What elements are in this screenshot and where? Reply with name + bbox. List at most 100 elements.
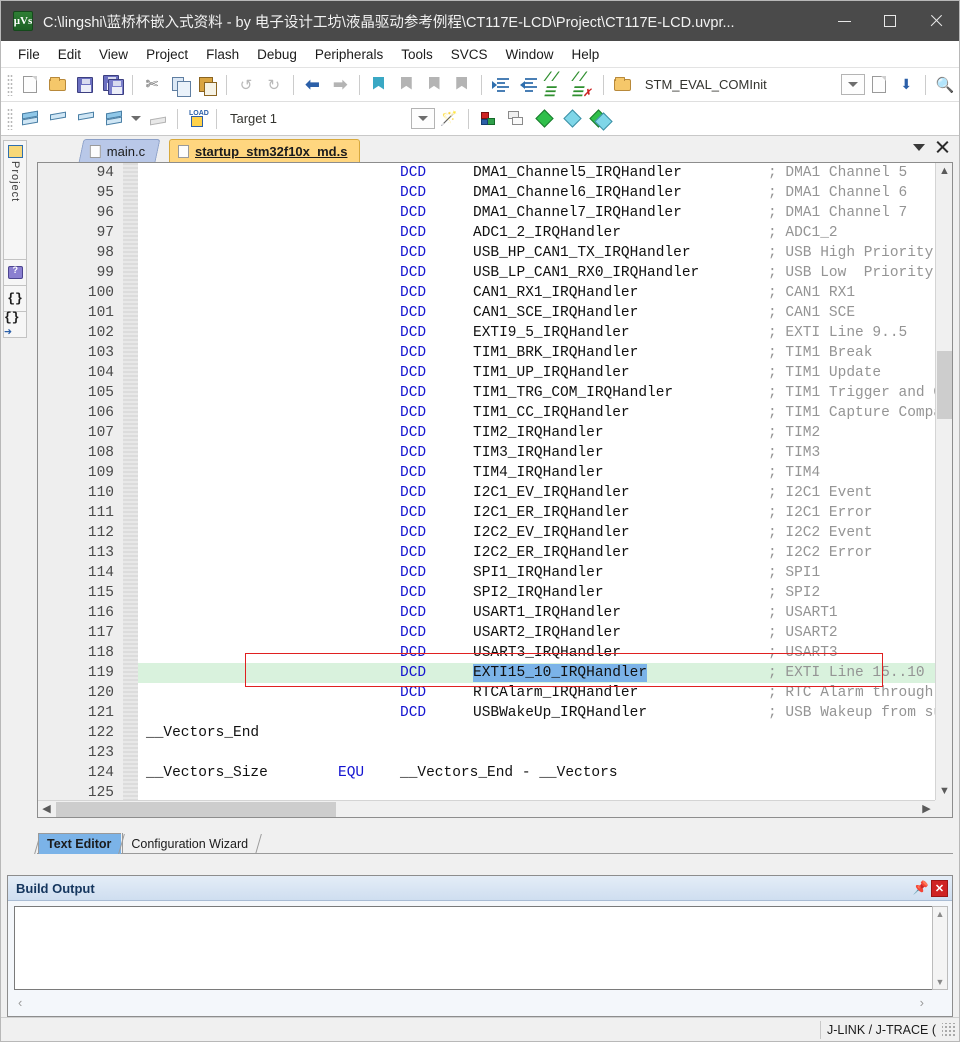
previous-bookmark-button[interactable]: [394, 72, 420, 98]
code-line[interactable]: 100 DCD CAN1_RX1_IRQHandler ; CAN1 RX1: [38, 283, 935, 303]
code-line[interactable]: 106 DCD TIM1_CC_IRQHandler ; TIM1 Capture C…: [38, 403, 935, 423]
code-text[interactable]: __Vectors_Size EQU __Vectors_End - __Vecto…: [138, 763, 935, 783]
scroll-right-button[interactable]: ▶: [918, 801, 935, 817]
code-text[interactable]: DCD TIM1_UP_IRQHandler ; TIM1 Update: [138, 363, 935, 383]
open-file-button[interactable]: [45, 72, 71, 98]
code-text[interactable]: DCD I2C1_EV_IRQHandler ; I2C1 Event: [138, 483, 935, 503]
menu-help[interactable]: Help: [563, 44, 609, 65]
auto-hide-pin-icon[interactable]: 📌: [911, 879, 931, 898]
code-text[interactable]: DCD TIM1_BRK_IRQHandler ; TIM1 Break: [138, 343, 935, 363]
code-editor[interactable]: 94 DCD DMA1_Channel5_IRQHandler ; DMA1 Chan…: [37, 162, 953, 818]
code-text[interactable]: DCD USB_HP_CAN1_TX_IRQHandler ; USB High P…: [138, 243, 935, 263]
code-text[interactable]: DCD EXTI15_10_IRQHandler ; EXTI Line 15..1…: [138, 663, 935, 683]
tab-startup-stm32f10x-md-s[interactable]: startup_stm32f10x_md.s: [169, 139, 361, 162]
toggle-bookmark-button[interactable]: [366, 72, 392, 98]
code-line[interactable]: 101 DCD CAN1_SCE_IRQHandler ; CAN1 SCE: [38, 303, 935, 323]
sidebar-item-project[interactable]: Project: [3, 140, 27, 260]
chevron-left-icon[interactable]: ‹: [18, 995, 22, 1010]
horizontal-scrollbar-thumb[interactable]: [56, 802, 336, 817]
code-line[interactable]: 125: [38, 783, 935, 800]
code-text[interactable]: DCD DMA1_Channel6_IRQHandler ; DMA1 Channe…: [138, 183, 935, 203]
code-line[interactable]: 105 DCD TIM1_TRG_COM_IRQHandler ; TIM1 Trig…: [38, 383, 935, 403]
code-text[interactable]: DCD EXTI9_5_IRQHandler ; EXTI Line 9..5: [138, 323, 935, 343]
chevron-up-icon[interactable]: ▲: [933, 909, 947, 919]
code-text[interactable]: DCD DMA1_Channel5_IRQHandler ; DMA1 Channe…: [138, 163, 935, 183]
code-line[interactable]: 110 DCD I2C1_EV_IRQHandler ; I2C1 Event: [38, 483, 935, 503]
code-line[interactable]: 96 DCD DMA1_Channel7_IRQHandler ; DMA1 Chan…: [38, 203, 935, 223]
minimize-button[interactable]: [821, 1, 867, 41]
code-text[interactable]: DCD USART2_IRQHandler ; USART2: [138, 623, 935, 643]
menu-flash[interactable]: Flash: [197, 44, 248, 65]
navigate-forwards-button[interactable]: ➡: [327, 72, 353, 98]
code-text[interactable]: DCD TIM3_IRQHandler ; TIM3: [138, 443, 935, 463]
pack-installer-button[interactable]: [531, 106, 557, 132]
code-text[interactable]: DCD USB_LP_CAN1_RX0_IRQHandler ; USB Low P…: [138, 263, 935, 283]
code-text[interactable]: DCD TIM1_TRG_COM_IRQHandler ; TIM1 Trigger…: [138, 383, 935, 403]
editor-horizontal-scrollbar[interactable]: ◀ ▶: [38, 800, 935, 817]
code-line[interactable]: 115 DCD SPI2_IRQHandler ; SPI2: [38, 583, 935, 603]
code-text[interactable]: DCD SPI2_IRQHandler ; SPI2: [138, 583, 935, 603]
toolbar-grip[interactable]: [7, 73, 13, 96]
build-target-button[interactable]: [45, 106, 71, 132]
indent-right-button[interactable]: [488, 72, 514, 98]
comment-selection-button[interactable]: //☰: [544, 70, 570, 100]
manage-multi-project-button[interactable]: [503, 106, 529, 132]
redo-button[interactable]: ↻: [261, 72, 287, 98]
chevron-down-icon[interactable]: ▼: [933, 977, 947, 987]
code-line[interactable]: 103 DCD TIM1_BRK_IRQHandler ; TIM1 Break: [38, 343, 935, 363]
manage-project-items-button[interactable]: [475, 106, 501, 132]
save-button[interactable]: [72, 72, 98, 98]
code-text[interactable]: DCD I2C1_ER_IRQHandler ; I2C1 Error: [138, 503, 935, 523]
target-combo[interactable]: Target 1: [222, 107, 407, 130]
translate-file-button[interactable]: [17, 106, 43, 132]
close-panel-icon[interactable]: ✕: [931, 879, 948, 897]
code-line[interactable]: 111 DCD I2C1_ER_IRQHandler ; I2C1 Error: [38, 503, 935, 523]
code-text[interactable]: DCD SPI1_IRQHandler ; SPI1: [138, 563, 935, 583]
select-software-packs-button[interactable]: [587, 106, 613, 132]
open-file-in-editor-button[interactable]: [610, 72, 636, 98]
chevron-right-icon[interactable]: ›: [920, 995, 924, 1010]
code-line[interactable]: 122 __Vectors_End: [38, 723, 935, 743]
code-surface[interactable]: 94 DCD DMA1_Channel5_IRQHandler ; DMA1 Chan…: [38, 163, 952, 817]
code-line[interactable]: 112 DCD I2C2_EV_IRQHandler ; I2C2 Event: [38, 523, 935, 543]
target-options-button[interactable]: 🪄: [436, 106, 462, 132]
code-text[interactable]: __Vectors_End: [138, 723, 935, 743]
code-line[interactable]: 109 DCD TIM4_IRQHandler ; TIM4: [38, 463, 935, 483]
code-line[interactable]: 114 DCD SPI1_IRQHandler ; SPI1: [38, 563, 935, 583]
menu-project[interactable]: Project: [137, 44, 197, 65]
manage-run-time-env-button[interactable]: [559, 106, 585, 132]
vertical-scrollbar-thumb[interactable]: [937, 351, 952, 419]
code-line[interactable]: 121 DCD USBWakeUp_IRQHandler ; USB Wakeup f…: [38, 703, 935, 723]
code-text[interactable]: DCD CAN1_SCE_IRQHandler ; CAN1 SCE: [138, 303, 935, 323]
rebuild-all-button[interactable]: [73, 106, 99, 132]
batch-build-button[interactable]: [101, 106, 127, 132]
code-line[interactable]: 119 DCD EXTI15_10_IRQHandler ; EXTI Line 15…: [38, 663, 935, 683]
code-line[interactable]: 117 DCD USART2_IRQHandler ; USART2: [38, 623, 935, 643]
menu-peripherals[interactable]: Peripherals: [306, 44, 392, 65]
code-text[interactable]: DCD RTCAlarm_IRQHandler ; RTC Alarm throug…: [138, 683, 935, 703]
sidebar-item-templates[interactable]: {}➜: [3, 310, 27, 340]
build-output-vertical-scrollbar[interactable]: ▲ ▼: [932, 906, 948, 990]
toolbar-grip[interactable]: [7, 107, 13, 130]
editor-vertical-scrollbar[interactable]: ▲ ▼: [935, 163, 952, 800]
code-line[interactable]: 113 DCD I2C2_ER_IRQHandler ; I2C2 Error: [38, 543, 935, 563]
build-output-text[interactable]: [14, 906, 948, 990]
bookmark-list-button[interactable]: [866, 72, 892, 98]
code-line[interactable]: 116 DCD USART1_IRQHandler ; USART1: [38, 603, 935, 623]
batch-build-dropdown[interactable]: [129, 106, 143, 132]
code-line[interactable]: 98 DCD USB_HP_CAN1_TX_IRQHandler ; USB High…: [38, 243, 935, 263]
code-text[interactable]: DCD USART3_IRQHandler ; USART3: [138, 643, 935, 663]
clear-bookmarks-button[interactable]: [449, 72, 475, 98]
code-line[interactable]: 108 DCD TIM3_IRQHandler ; TIM3: [38, 443, 935, 463]
scroll-down-button[interactable]: ▼: [936, 783, 952, 800]
code-text[interactable]: DCD I2C2_EV_IRQHandler ; I2C2 Event: [138, 523, 935, 543]
sidebar-item-functions[interactable]: {}: [3, 285, 27, 312]
code-line[interactable]: 97 DCD ADC1_2_IRQHandler ; ADC1_2: [38, 223, 935, 243]
menu-window[interactable]: Window: [496, 44, 562, 65]
menu-debug[interactable]: Debug: [248, 44, 306, 65]
code-text[interactable]: DCD USART1_IRQHandler ; USART1: [138, 603, 935, 623]
close-button[interactable]: [913, 1, 959, 41]
code-line[interactable]: 120 DCD RTCAlarm_IRQHandler ; RTC Alarm thr…: [38, 683, 935, 703]
copy-button[interactable]: [167, 72, 193, 98]
function-combo-arrow[interactable]: [840, 74, 865, 95]
